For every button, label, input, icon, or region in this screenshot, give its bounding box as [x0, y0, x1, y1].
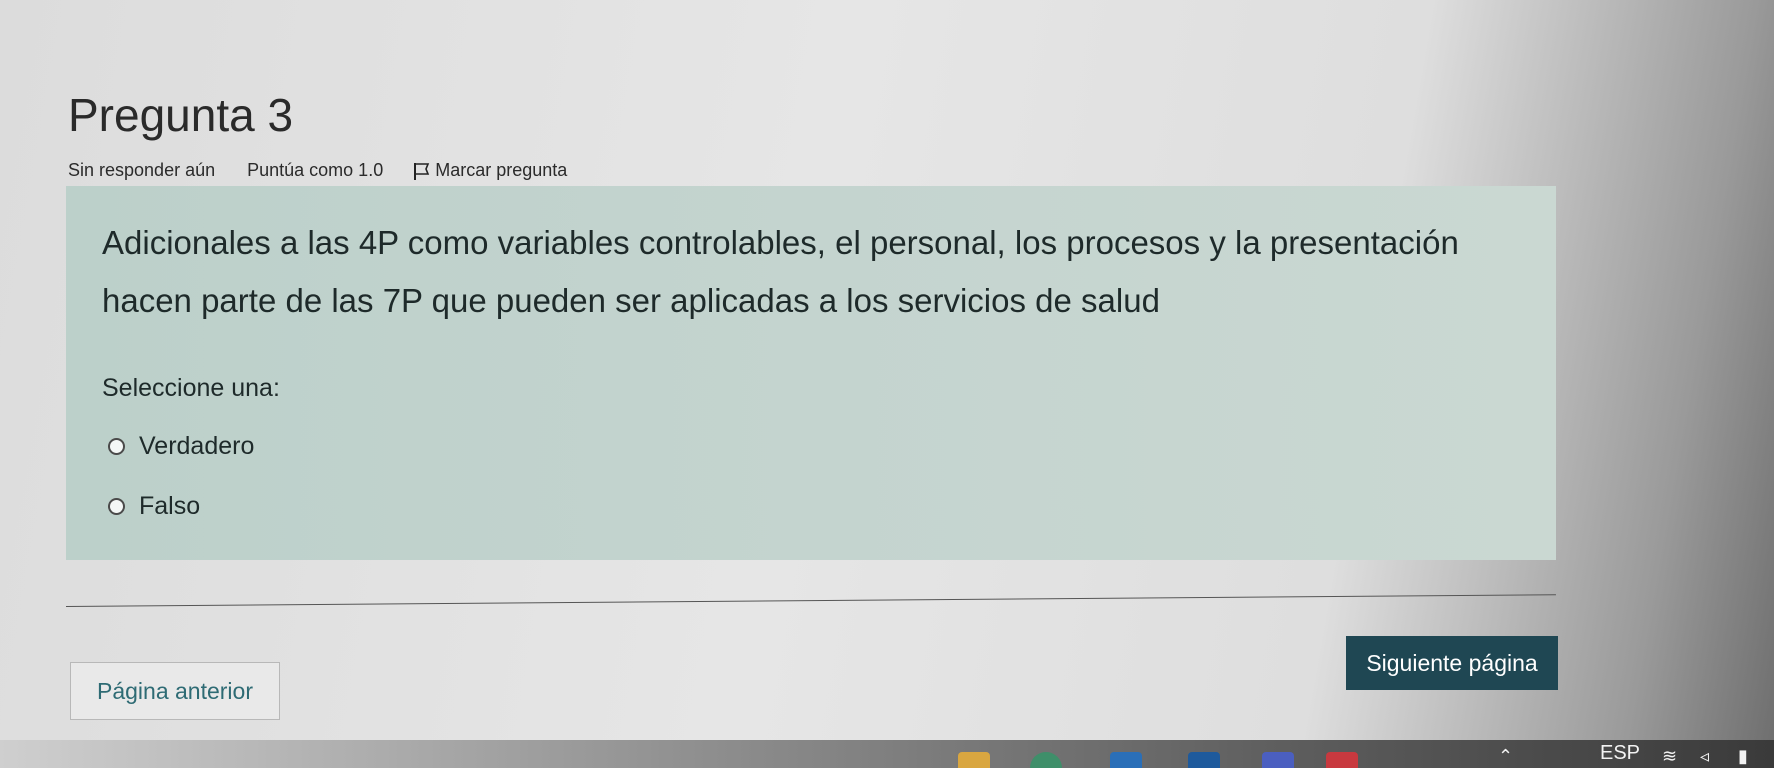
volume-icon[interactable]: ◃ [1700, 746, 1709, 767]
taskbar-app-icon[interactable] [1030, 752, 1062, 768]
taskbar-app-icon[interactable] [958, 752, 990, 768]
question-text: Adicionales a las 4P como variables cont… [102, 224, 1459, 319]
battery-icon[interactable]: ▮ [1738, 746, 1748, 767]
flag-question-label: Marcar pregunta [435, 160, 568, 180]
option-falso[interactable]: Falso [108, 492, 200, 521]
question-title: Pregunta 3 [68, 89, 294, 141]
radio-verdadero[interactable] [108, 438, 125, 455]
taskbar-app-icon[interactable] [1326, 752, 1358, 768]
chevron-up-icon[interactable]: ⌃ [1498, 746, 1513, 767]
flag-question-link[interactable]: Marcar pregunta [413, 160, 567, 181]
question-score: Puntúa como 1.0 [247, 160, 384, 180]
wifi-icon[interactable]: ≋ [1662, 746, 1677, 767]
option-falso-label: Falso [139, 492, 201, 520]
quiz-page: Pregunta 3 Sin responder aún Puntúa como… [0, 0, 1774, 768]
question-info: Sin responder aún Puntúa como 1.0 Marcar… [68, 160, 567, 181]
radio-falso[interactable] [108, 498, 125, 515]
taskbar: ⌃ ESP ≋ ◃ ▮ [0, 740, 1774, 768]
taskbar-app-icon[interactable] [1188, 752, 1220, 768]
flag-icon [414, 162, 430, 180]
next-page-button[interactable]: Siguiente página [1346, 636, 1558, 690]
taskbar-app-icon[interactable] [1110, 752, 1142, 768]
previous-page-button[interactable]: Página anterior [70, 662, 280, 720]
question-status: Sin responder aún [68, 160, 216, 180]
divider-line [65, 594, 1556, 607]
answer-prompt: Seleccione una: [102, 374, 280, 402]
option-verdadero[interactable]: Verdadero [108, 432, 254, 461]
option-verdadero-label: Verdadero [139, 432, 255, 460]
language-indicator[interactable]: ESP [1600, 742, 1640, 765]
question-box: Adicionales a las 4P como variables cont… [66, 186, 1556, 560]
taskbar-app-icon[interactable] [1262, 752, 1294, 768]
